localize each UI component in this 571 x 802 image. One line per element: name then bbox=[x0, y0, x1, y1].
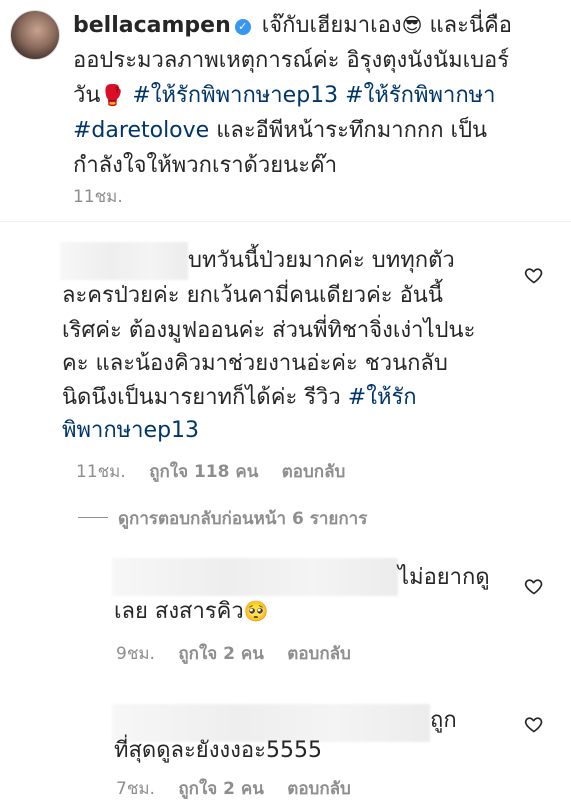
comment-text: เลย สงสารคิว🥺 bbox=[114, 594, 269, 629]
boxing-glove-emoji-icon: 🥊 bbox=[100, 83, 126, 107]
reply-button[interactable]: ตอบกลับ bbox=[282, 462, 346, 482]
verified-badge-icon: ✓ bbox=[234, 19, 251, 35]
likes-count-button[interactable]: ถูกใจ 2 คน bbox=[178, 644, 264, 664]
caption-text: เจ๊กับเฮียมาเอง bbox=[261, 13, 402, 38]
caption-text: วัน bbox=[73, 83, 101, 108]
reply-button[interactable]: ตอบกลับ bbox=[287, 644, 351, 664]
comment-text: เลย สงสารคิว bbox=[114, 599, 244, 624]
pleading-face-emoji-icon: 🥺 bbox=[243, 599, 269, 623]
hashtag-link[interactable]: #daretolove bbox=[73, 118, 209, 143]
hashtag-link[interactable]: พิพากษาep13 bbox=[62, 414, 199, 448]
sunglasses-emoji-icon: 😎 bbox=[401, 13, 423, 37]
view-replies-label: ดูการตอบกลับก่อนหน้า 6 รายการ bbox=[118, 509, 368, 529]
blurred-username bbox=[112, 558, 398, 596]
heart-outline-icon[interactable] bbox=[524, 265, 544, 285]
comment-text: บทวันนี้ป่วยมากค่ะ บททุกตัว bbox=[188, 248, 455, 273]
likes-count-button[interactable]: ถูกใจ 2 คน bbox=[178, 779, 264, 799]
comment-text: ถูก bbox=[430, 708, 457, 733]
heart-outline-icon[interactable] bbox=[524, 714, 544, 734]
comment-actions: 9ชม. ถูกใจ 2 คน ตอบกลับ bbox=[116, 640, 369, 667]
caption-text: และนี่คือ bbox=[429, 13, 512, 38]
caption-text: กำลังใจให้พวกเราด้วยนะค๊า bbox=[73, 153, 338, 178]
comment-text: คะ และน้องคิวมาช่วยงานอ่ะค่ะ ชวนกลับ bbox=[62, 351, 448, 376]
comment-text: ไม่อยากดู bbox=[398, 565, 490, 590]
post-timestamp[interactable]: 11ชม. bbox=[73, 183, 123, 210]
username[interactable]: bellacampen bbox=[73, 13, 231, 38]
comment-text: นิดนึงเป็นมารยาทก็ได้ค่ะ รีวิว bbox=[62, 385, 341, 410]
divider bbox=[0, 221, 571, 222]
likes-count-button[interactable]: ถูกใจ 118 คน bbox=[149, 462, 258, 482]
comment-timestamp[interactable]: 7ชม. bbox=[116, 779, 155, 799]
caption-text: และอีพีหน้าระทึกมากกก เป็น bbox=[216, 118, 488, 143]
blurred-username bbox=[60, 242, 188, 280]
comment-timestamp[interactable]: 11ชม. bbox=[76, 462, 126, 482]
comment-text: ละครป่วยค่ะ ยกเว้นคามี่คนเดียวค่ะ อันนี้ bbox=[62, 283, 443, 308]
view-previous-replies-button[interactable]: ดูการตอบกลับก่อนหน้า 6 รายการ bbox=[78, 505, 367, 532]
hashtag-link[interactable]: #ให้รักพิพากษาep13 bbox=[132, 83, 338, 108]
post-caption: bellacampen ✓ เจ๊กับเฮียมาเอง😎 และนี่คือ … bbox=[73, 8, 563, 183]
heart-outline-icon[interactable] bbox=[524, 576, 544, 596]
comment-timestamp[interactable]: 9ชม. bbox=[116, 644, 155, 664]
divider bbox=[78, 517, 108, 518]
caption-text: ออประมวลภาพเหตุการณ์ค่ะ อิรุงตุงนังนัมเบ… bbox=[73, 48, 510, 73]
comment-actions: 11ชม. ถูกใจ 118 คน ตอบกลับ bbox=[76, 458, 363, 485]
reply-button[interactable]: ตอบกลับ bbox=[287, 779, 351, 799]
hashtag-link[interactable]: #ให้รักพิพากษา bbox=[345, 83, 495, 108]
comment-actions: 7ชม. ถูกใจ 2 คน ตอบกลับ bbox=[116, 775, 369, 802]
comment-text: เริศค่ะ ต้องมูฟออนค่ะ ส่วนพี่ทิชาจิ่งเง่… bbox=[62, 318, 476, 343]
comment-text: ที่สุดดูละยังงงอะ5555 bbox=[114, 738, 322, 763]
hashtag-link[interactable]: #ให้รัก bbox=[348, 385, 417, 410]
comment-text: นิดนึงเป็นมารยาทก็ได้ค่ะ รีวิว #ให้รัก bbox=[62, 381, 417, 415]
avatar[interactable] bbox=[10, 10, 60, 60]
